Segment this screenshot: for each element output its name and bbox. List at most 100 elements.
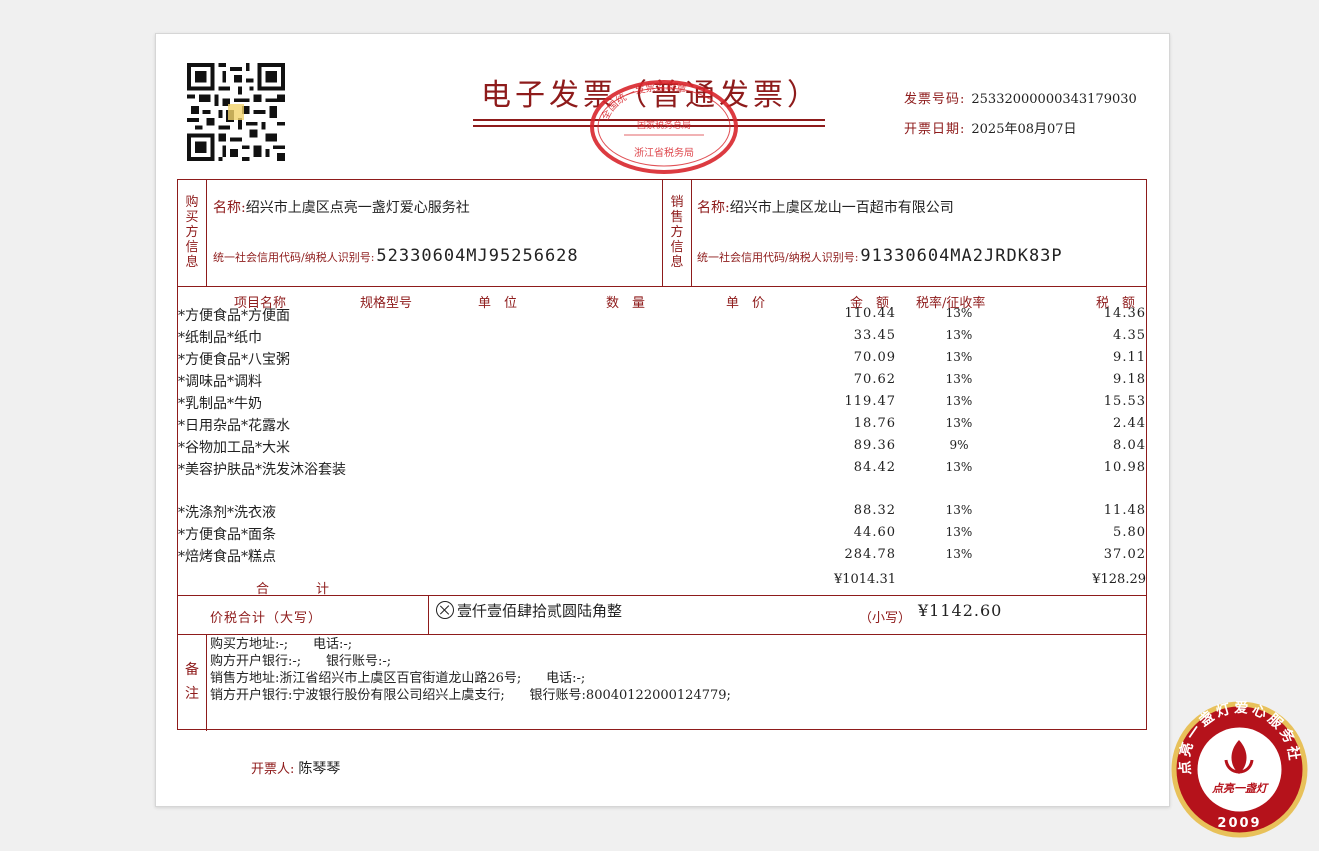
circle-x-icon: [436, 601, 454, 619]
charity-badge-logo: 点亮一盏灯爱心服务社 点亮一盏灯 2009: [1171, 700, 1308, 838]
item-tax: 9.18: [1113, 372, 1146, 387]
total-small-value: ¥1142.60: [918, 601, 1003, 620]
remark-line: 购买方地址:-; 电话:-;: [210, 637, 353, 652]
item-rate: 13%: [945, 503, 973, 517]
item-rate: 9%: [949, 438, 969, 452]
item-name: *调味品*调料: [178, 374, 262, 390]
item-rate: 13%: [945, 372, 973, 386]
item-tax: 10.98: [1103, 460, 1146, 475]
row-divider: [178, 634, 1146, 635]
invoice-date: 开票日期: 2025年08月07日: [904, 118, 1077, 137]
item-rate: 13%: [945, 350, 973, 364]
col-divider: [206, 180, 207, 286]
item-tax: 11.48: [1103, 503, 1146, 518]
qr-code: [187, 63, 285, 161]
item-rate: 13%: [945, 328, 973, 342]
item-amount: 33.45: [853, 328, 896, 343]
buyer-tax-id: 统一社会信用代码/纳税人识别号: 52330604MJ95256628: [213, 246, 579, 266]
seller-tax-id: 统一社会信用代码/纳税人识别号: 91330604MA2JRDK83P: [697, 246, 1063, 266]
invoice-date-value: 2025年08月07日: [971, 122, 1077, 137]
item-tax: 9.11: [1113, 350, 1146, 365]
item-rate: 13%: [945, 460, 973, 474]
drawer-name: 陈琴琴: [298, 761, 341, 777]
item-rate: 13%: [945, 416, 973, 430]
table-row: *焙烤食品*糕点 284.78 13% 37.02: [178, 546, 1148, 568]
remarks-label: 备注: [185, 662, 199, 702]
total-uppercase-value: 壹仟壹佰肆拾贰圆陆角整: [457, 602, 623, 620]
remarks-content: 购买方地址:-; 电话:-; 购方开户银行:-; 银行账号:-; 销售方地址:浙…: [210, 636, 731, 704]
item-amount: 88.32: [853, 503, 896, 518]
seal-ring-text: 全国统一发票监制章: [598, 80, 687, 122]
seller-name: 名称:绍兴市上虞区龙山一百超市有限公司: [697, 200, 954, 216]
item-rate: 13%: [945, 525, 973, 539]
item-tax: 14.36: [1103, 306, 1146, 321]
svg-text:全国统一发票监制章: 全国统一发票监制章: [598, 80, 687, 122]
table-row: *方便食品*八宝粥 70.09 13% 9.11: [178, 349, 1148, 371]
col-divider: [691, 180, 692, 286]
item-name: *乳制品*牛奶: [178, 396, 262, 412]
table-row: *洗涤剂*洗衣液 88.32 13% 11.48: [178, 502, 1148, 524]
subtotal-label: 合 计: [256, 582, 332, 597]
item-name: *方便食品*面条: [178, 527, 276, 543]
badge-year: 2009: [1217, 816, 1261, 831]
total-small-label: （小写）: [859, 611, 912, 626]
buyer-name: 名称:绍兴市上虞区点亮一盏灯爱心服务社: [213, 200, 470, 216]
item-name: *谷物加工品*大米: [178, 440, 290, 456]
drawer-label: 开票人:: [251, 762, 295, 777]
table-row: *乳制品*牛奶 119.47 13% 15.53: [178, 393, 1148, 415]
item-name: *美容护肤品*洗发沐浴套装: [178, 462, 346, 478]
item-tax: 2.44: [1113, 416, 1146, 431]
table-row: *方便食品*面条 44.60 13% 5.80: [178, 524, 1148, 546]
item-tax: 5.80: [1113, 525, 1146, 540]
item-amount: 44.60: [853, 525, 896, 540]
invoice-date-label: 开票日期:: [904, 122, 966, 137]
invoice-paper: 电子发票（普通发票） 全国统一发票监制章 国家税务总局 浙江省税务局 发票号码:…: [155, 33, 1170, 807]
tax-seal-stamp: 全国统一发票监制章 国家税务总局 浙江省税务局: [590, 80, 738, 174]
total-label: 价税合计（大写）: [210, 611, 323, 626]
subtotal-amount: ¥1014.31: [833, 572, 896, 587]
item-name: *日用杂品*花露水: [178, 418, 290, 434]
subtotal-tax: ¥128.29: [1092, 572, 1146, 587]
total-uppercase: 壹仟壹佰肆拾贰圆陆角整: [436, 600, 622, 621]
seal-middle-text: 国家税务总局: [637, 119, 691, 131]
item-rate: 13%: [945, 306, 973, 320]
buyer-section-label: 购买方信息: [185, 195, 199, 270]
item-amount: 70.62: [853, 372, 896, 387]
item-name: *洗涤剂*洗衣液: [178, 505, 276, 521]
table-row: *谷物加工品*大米 89.36 9% 8.04: [178, 437, 1148, 459]
item-name: *方便食品*八宝粥: [178, 352, 290, 368]
drawer: 开票人: 陈琴琴: [251, 758, 340, 778]
item-amount: 70.09: [853, 350, 896, 365]
item-rate: 13%: [945, 394, 973, 408]
remark-line: 销售方地址:浙江省绍兴市上虞区百官街道龙山路26号; 电话:-;: [210, 671, 586, 686]
invoice-number-label: 发票号码:: [904, 92, 966, 107]
invoice-table: 购买方信息 名称:绍兴市上虞区点亮一盏灯爱心服务社 统一社会信用代码/纳税人识别…: [177, 179, 1148, 731]
table-row: *纸制品*纸巾 33.45 13% 4.35: [178, 327, 1148, 349]
table-row: *方便食品*方便面 110.44 13% 14.36: [178, 305, 1148, 327]
item-amount: 110.44: [844, 306, 896, 321]
item-amount: 18.76: [853, 416, 896, 431]
invoice-number: 发票号码: 25332000000343179030: [904, 88, 1137, 107]
item-tax: 15.53: [1103, 394, 1146, 409]
row-divider: [178, 286, 1146, 287]
item-amount: 84.42: [853, 460, 896, 475]
item-name: *纸制品*纸巾: [178, 330, 262, 346]
seal-bottom-text: 浙江省税务局: [634, 146, 694, 159]
item-tax: 37.02: [1103, 547, 1146, 562]
remark-line: 销方开户银行:宁波银行股份有限公司绍兴上虞支行; 银行账号:8004012200…: [210, 688, 731, 703]
seller-section-label: 销售方信息: [670, 195, 684, 270]
col-divider: [206, 634, 207, 731]
item-tax: 4.35: [1113, 328, 1146, 343]
item-amount: 89.36: [853, 438, 896, 453]
item-tax: 8.04: [1113, 438, 1146, 453]
table-row: *调味品*调料 70.62 13% 9.18: [178, 371, 1148, 393]
item-amount: 284.78: [844, 547, 896, 562]
item-name: *方便食品*方便面: [178, 308, 290, 324]
item-amount: 119.47: [844, 394, 896, 409]
col-divider: [428, 595, 429, 634]
invoice-number-value: 25332000000343179030: [971, 92, 1137, 107]
table-row: *日用杂品*花露水 18.76 13% 2.44: [178, 415, 1148, 437]
table-row: *美容护肤品*洗发沐浴套装 84.42 13% 10.98: [178, 459, 1148, 503]
item-name: *焙烤食品*糕点: [178, 549, 276, 565]
remark-line: 购方开户银行:-; 银行账号:-;: [210, 654, 392, 669]
